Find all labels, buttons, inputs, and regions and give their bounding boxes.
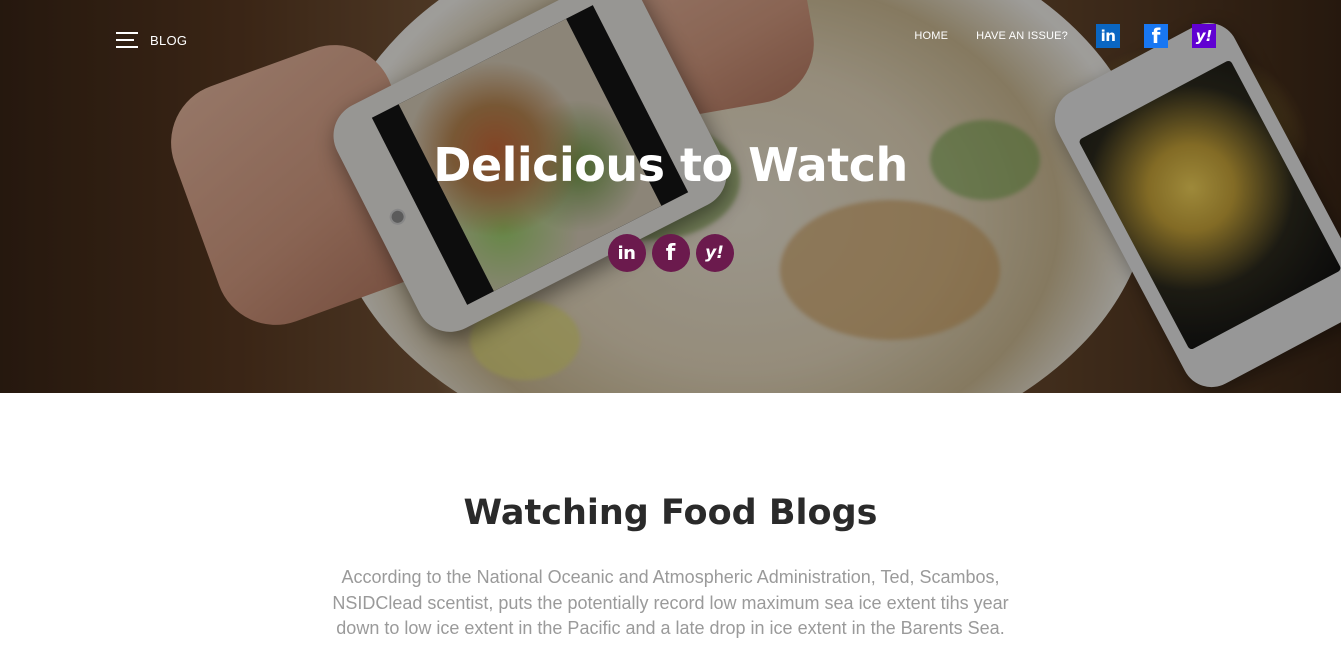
facebook-icon[interactable]: f <box>651 234 690 272</box>
yahoo-icon[interactable]: y! <box>695 234 734 272</box>
nav-link-issue[interactable]: HAVE AN ISSUE? <box>976 30 1068 42</box>
hero-social-links: in f y! <box>0 234 1341 272</box>
brand-label[interactable]: BLOG <box>150 33 187 48</box>
nav-link-home[interactable]: HOME <box>914 30 948 42</box>
section-body-text: According to the National Oceanic and At… <box>332 567 1009 638</box>
nav-links: HOME HAVE AN ISSUE? in f y! <box>914 24 1216 48</box>
yahoo-icon[interactable]: y! <box>1192 24 1216 48</box>
top-navigation: BLOG HOME HAVE AN ISSUE? in f y! <box>0 0 1341 80</box>
linkedin-icon[interactable]: in <box>607 234 646 272</box>
section-title: Watching Food Blogs <box>463 493 878 533</box>
menu-icon[interactable] <box>116 30 140 50</box>
linkedin-icon[interactable]: in <box>1096 24 1120 48</box>
main-content: Watching Food Blogs According to the Nat… <box>0 393 1341 651</box>
hero-title: Delicious to Watch <box>433 138 908 192</box>
facebook-icon[interactable]: f <box>1144 24 1168 48</box>
hero-banner: BLOG HOME HAVE AN ISSUE? in f y! Delicio… <box>0 0 1341 393</box>
